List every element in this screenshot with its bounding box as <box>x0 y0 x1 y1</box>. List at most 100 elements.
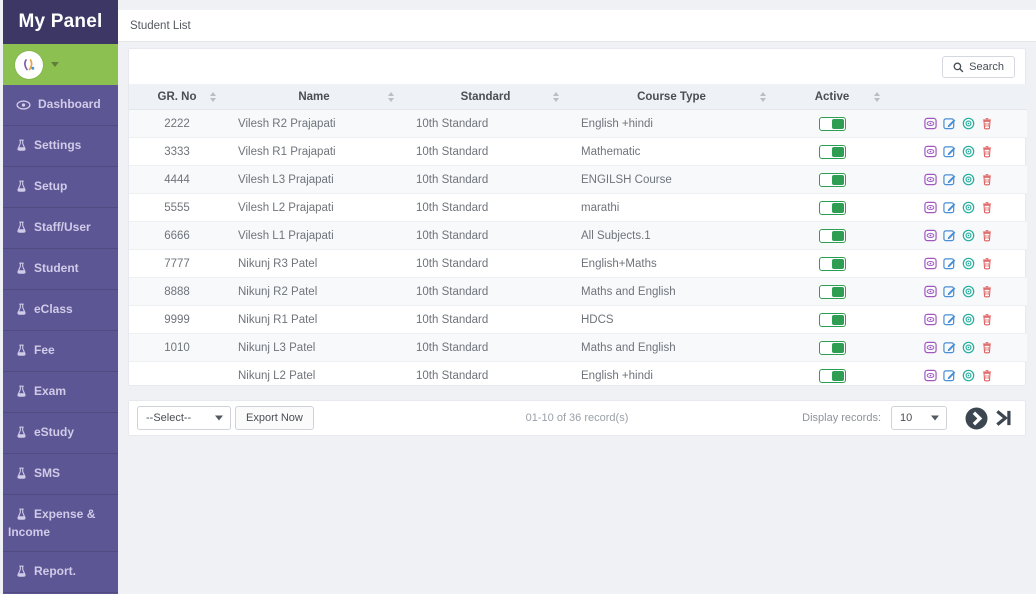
cell-course-type: All Subjects.1 <box>568 221 775 250</box>
delete-icon[interactable] <box>981 173 993 186</box>
sort-icon[interactable] <box>874 91 880 102</box>
edit-icon[interactable] <box>942 229 956 242</box>
active-toggle[interactable] <box>818 228 846 243</box>
table-row[interactable]: 1010 Nikunj L3 Patel 10th Standard Maths an… <box>129 333 1027 362</box>
view-icon[interactable] <box>923 341 937 354</box>
sidebar-item-setup[interactable]: Setup <box>3 167 118 208</box>
delete-icon[interactable] <box>981 313 993 326</box>
sort-icon[interactable] <box>760 91 766 102</box>
edit-icon[interactable] <box>942 341 956 354</box>
edit-icon[interactable] <box>942 313 956 326</box>
view-icon[interactable] <box>923 201 937 214</box>
sidebar-item-report[interactable]: Report. <box>3 552 118 593</box>
sidebar-item-exam[interactable]: Exam <box>3 372 118 413</box>
delete-icon[interactable] <box>981 369 993 382</box>
sidebar-profile-menu[interactable] <box>3 44 118 85</box>
table-row[interactable]: Nikunj L2 Patel 10th Standard English +hin… <box>129 361 1027 390</box>
sidebar-header: My Panel <box>3 0 118 44</box>
search-button[interactable]: Search <box>942 56 1015 78</box>
eye-icon <box>16 98 31 114</box>
cell-active <box>775 193 889 222</box>
status-icon[interactable] <box>962 173 975 186</box>
sort-icon[interactable] <box>388 91 394 102</box>
delete-icon[interactable] <box>981 201 993 214</box>
view-icon[interactable] <box>923 229 937 242</box>
status-icon[interactable] <box>962 341 975 354</box>
active-toggle[interactable] <box>818 284 846 299</box>
table-row[interactable]: 8888 Nikunj R2 Patel 10th Standard Maths an… <box>129 277 1027 306</box>
sidebar-item-fee[interactable]: Fee <box>3 331 118 372</box>
edit-icon[interactable] <box>942 257 956 270</box>
edit-icon[interactable] <box>942 369 956 382</box>
delete-icon[interactable] <box>981 285 993 298</box>
cell-active <box>775 249 889 278</box>
status-icon[interactable] <box>962 229 975 242</box>
sort-icon[interactable] <box>553 91 559 102</box>
status-icon[interactable] <box>962 257 975 270</box>
table-row[interactable]: 3333 Vilesh R1 Prajapati 10th Standard Math… <box>129 137 1027 166</box>
table-row[interactable]: 9999 Nikunj R1 Patel 10th Standard HDCS <box>129 305 1027 334</box>
sidebar-item-settings[interactable]: Settings <box>3 126 118 167</box>
active-toggle[interactable] <box>818 340 846 355</box>
cell-name: Nikunj R3 Patel <box>225 249 403 278</box>
sort-icon[interactable] <box>210 91 216 102</box>
active-toggle[interactable] <box>818 172 846 187</box>
table-row[interactable]: 5555 Vilesh L2 Prajapati 10th Standard mara… <box>129 193 1027 222</box>
active-toggle[interactable] <box>818 144 846 159</box>
edit-icon[interactable] <box>942 145 956 158</box>
flask-icon <box>16 344 27 360</box>
table-row[interactable]: 7777 Nikunj R3 Patel 10th Standard English+… <box>129 249 1027 278</box>
table-row[interactable]: 6666 Vilesh L1 Prajapati 10th Standard All … <box>129 221 1027 250</box>
sidebar-item-eclass[interactable]: eClass <box>3 290 118 331</box>
sidebar-item-student[interactable]: Student <box>3 249 118 290</box>
active-toggle[interactable] <box>818 116 846 131</box>
sidebar-item-dashboard[interactable]: Dashboard <box>3 85 118 126</box>
active-toggle[interactable] <box>818 368 846 383</box>
active-toggle[interactable] <box>818 200 846 215</box>
toggle-knob <box>831 230 844 241</box>
sidebar-item-staff-user[interactable]: Staff/User <box>3 208 118 249</box>
cell-course-type: Maths and English <box>568 333 775 362</box>
edit-icon[interactable] <box>942 285 956 298</box>
view-icon[interactable] <box>923 145 937 158</box>
toggle-knob <box>831 146 844 157</box>
edit-icon[interactable] <box>942 117 956 130</box>
active-toggle[interactable] <box>818 312 846 327</box>
export-type-select[interactable]: --Select-- <box>137 406 231 430</box>
delete-icon[interactable] <box>981 257 993 270</box>
status-icon[interactable] <box>962 313 975 326</box>
cell-actions <box>889 277 1027 306</box>
delete-icon[interactable] <box>981 341 993 354</box>
active-toggle[interactable] <box>818 256 846 271</box>
status-icon[interactable] <box>962 369 975 382</box>
delete-icon[interactable] <box>981 229 993 242</box>
status-icon[interactable] <box>962 285 975 298</box>
status-icon[interactable] <box>962 145 975 158</box>
next-page-icon[interactable] <box>965 407 988 430</box>
view-icon[interactable] <box>923 313 937 326</box>
sidebar-item-sms[interactable]: SMS <box>3 454 118 495</box>
cell-gr-no: 6666 <box>129 221 225 250</box>
status-icon[interactable] <box>962 117 975 130</box>
sidebar-item-expense-income[interactable]: Expense & Income <box>3 495 118 552</box>
export-now-button[interactable]: Export Now <box>235 406 314 430</box>
cell-actions <box>889 165 1027 194</box>
table-row[interactable]: 4444 Vilesh L3 Prajapati 10th Standard ENGI… <box>129 165 1027 194</box>
cell-active <box>775 277 889 306</box>
view-icon[interactable] <box>923 285 937 298</box>
delete-icon[interactable] <box>981 145 993 158</box>
edit-icon[interactable] <box>942 173 956 186</box>
toggle-knob <box>831 286 844 297</box>
last-page-icon[interactable] <box>994 408 1013 428</box>
display-records-select[interactable]: 10 <box>891 406 947 430</box>
view-icon[interactable] <box>923 117 937 130</box>
edit-icon[interactable] <box>942 201 956 214</box>
view-icon[interactable] <box>923 369 937 382</box>
table-row[interactable]: 2222 Vilesh R2 Prajapati 10th Standard Engl… <box>129 109 1027 138</box>
view-icon[interactable] <box>923 257 937 270</box>
delete-icon[interactable] <box>981 117 993 130</box>
sidebar-item-estudy[interactable]: eStudy <box>3 413 118 454</box>
chevron-down-icon <box>51 62 59 67</box>
status-icon[interactable] <box>962 201 975 214</box>
view-icon[interactable] <box>923 173 937 186</box>
